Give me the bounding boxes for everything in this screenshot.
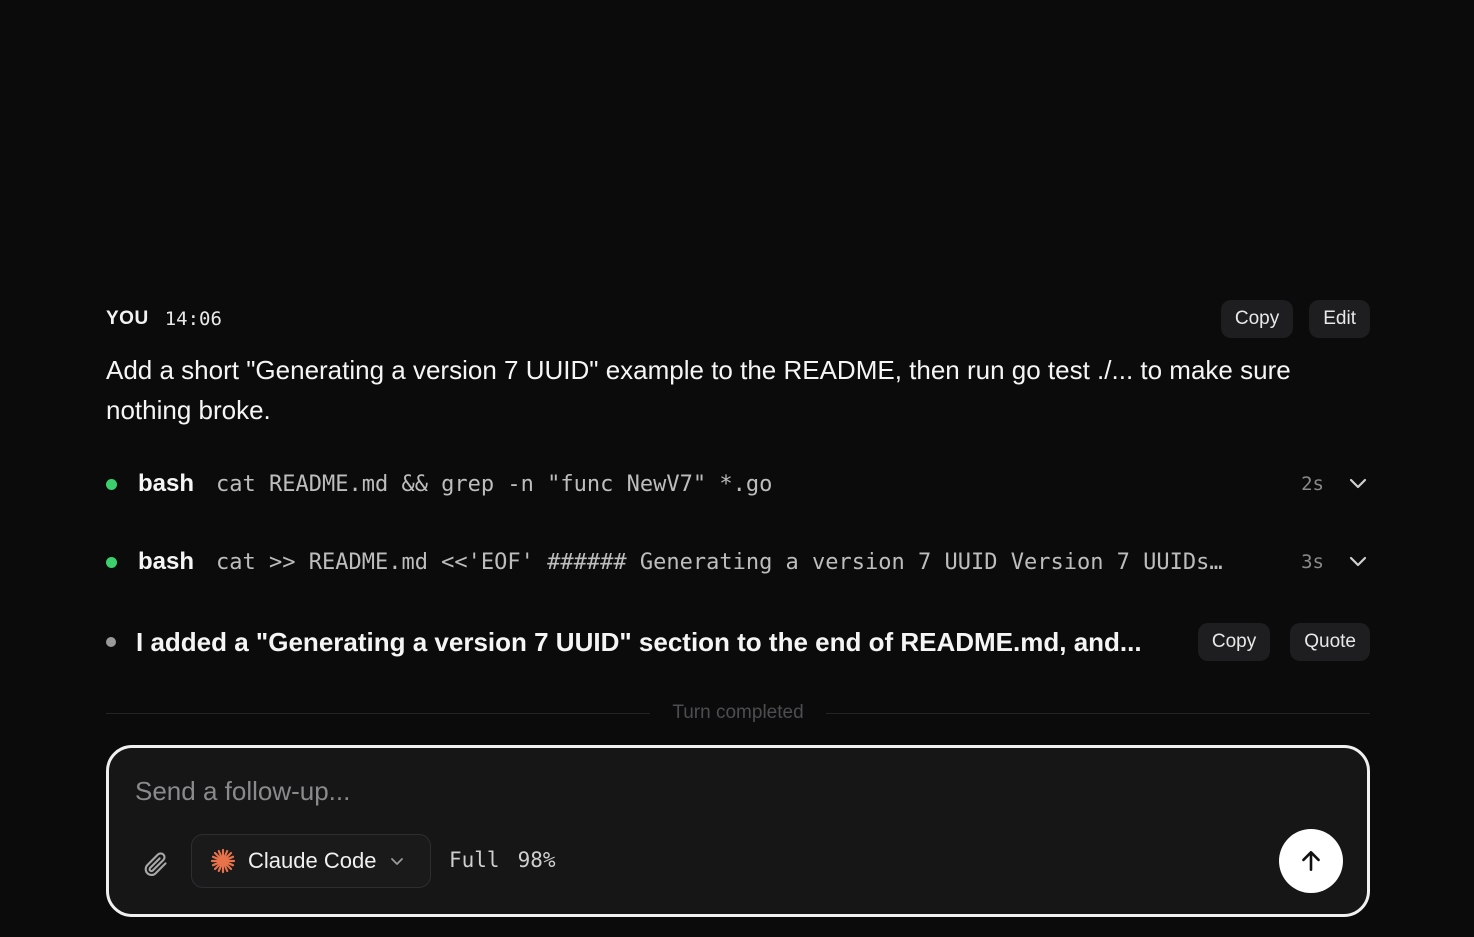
follow-up-input[interactable] — [133, 770, 1237, 812]
context-percent: 98% — [517, 848, 556, 872]
model-name: Claude Code — [248, 848, 377, 873]
chevron-down-icon — [390, 857, 404, 866]
composer: Claude Code Full 98% — [106, 745, 1370, 917]
user-message-text: Add a short "Generating a version 7 UUID… — [106, 355, 1291, 425]
tool-command: cat README.md && grep -n "func NewV7" *.… — [216, 471, 773, 497]
model-selector[interactable]: Claude Code — [191, 834, 431, 888]
tool-name: bash — [138, 470, 195, 497]
message-header: YOU 14:06 Copy Edit — [106, 300, 1370, 338]
tool-duration: 2s — [1301, 473, 1324, 495]
turn-divider: Turn completed — [106, 700, 1370, 726]
author-label: YOU — [106, 308, 149, 329]
tool-call-row[interactable]: bash cat >> README.md <<'EOF' ###### Gen… — [106, 542, 1370, 582]
quote-response-button[interactable]: Quote — [1290, 623, 1370, 661]
divider-line — [106, 712, 651, 714]
assistant-actions: Copy Quote — [1197, 623, 1370, 661]
status-dot — [106, 637, 116, 647]
tool-command: cat >> README.md <<'EOF' ###### Generati… — [216, 549, 1223, 575]
message-actions: Copy Edit — [1220, 300, 1370, 338]
mode-label: Full — [449, 848, 500, 872]
paperclip-icon[interactable] — [139, 848, 171, 880]
assistant-message-row: I added a "Generating a version 7 UUID" … — [106, 622, 1370, 662]
tool-name: bash — [138, 548, 195, 575]
tool-duration: 3s — [1301, 551, 1324, 573]
edit-message-button[interactable]: Edit — [1309, 300, 1370, 338]
send-button[interactable] — [1279, 829, 1343, 893]
chevron-down-icon[interactable] — [1348, 552, 1368, 572]
claude-spark-icon — [210, 848, 236, 874]
status-dot — [106, 556, 117, 568]
arrow-up-icon — [1298, 848, 1324, 874]
tool-call-row[interactable]: bash cat README.md && grep -n "func NewV… — [106, 464, 1370, 504]
divider-line — [825, 712, 1370, 714]
message-author-info: YOU 14:06 — [106, 308, 222, 330]
assistant-message-text: I added a "Generating a version 7 UUID" … — [136, 626, 1142, 657]
turn-status-label: Turn completed — [672, 702, 804, 723]
copy-response-button[interactable]: Copy — [1197, 623, 1271, 661]
copy-message-button[interactable]: Copy — [1220, 300, 1294, 338]
message-timestamp: 14:06 — [164, 308, 222, 330]
status-dot — [106, 478, 117, 490]
permission-mode: Full 98% — [449, 848, 556, 872]
chat-page: YOU 14:06 Copy Edit Add a short "Generat… — [0, 0, 1474, 937]
chevron-down-icon[interactable] — [1348, 474, 1368, 494]
